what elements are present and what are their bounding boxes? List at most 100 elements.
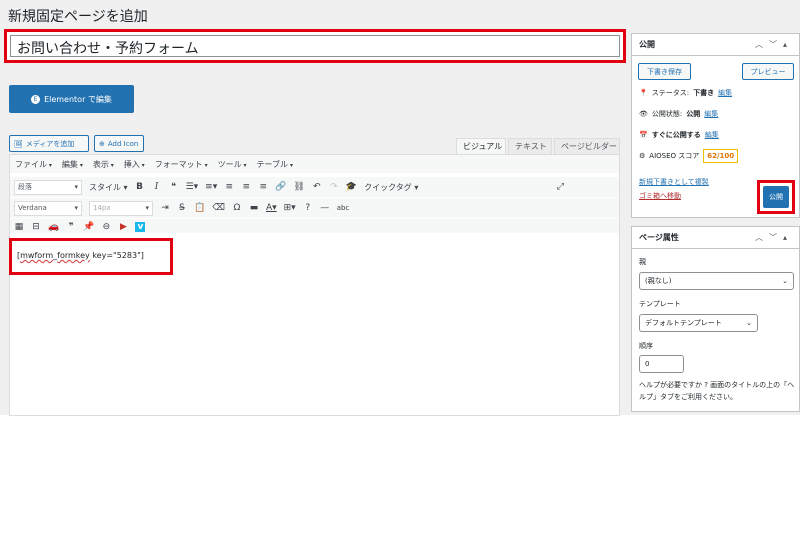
move-to-trash-link[interactable]: ゴミ箱へ移動 [639,191,681,201]
add-media-button[interactable]: 🖼 メディアを追加 [9,135,89,152]
align-center-icon[interactable]: ≡ [241,182,251,192]
blockquote-icon[interactable]: ❝ [169,182,179,192]
post-title-input[interactable]: お問い合わせ・予約フォーム [10,35,620,57]
paste-icon[interactable]: 📋 [194,203,205,213]
no-entry-icon[interactable]: ⊖ [101,222,111,232]
page-break-icon[interactable]: ⊟ [31,222,41,232]
toolbar-row-2: Verdana ▾ 14px ▾ ⇥ S̶ 📋 ⌫ Ω ▬ A▾ ⊞▾ ? — ab… [10,198,619,218]
graduation-cap-icon[interactable]: 🎓 [346,182,357,192]
caret-up-icon[interactable]: ▴ [783,40,793,49]
unlink-icon[interactable]: ⛓ [293,182,304,192]
menu-file[interactable]: ファイル [15,159,52,170]
order-input[interactable]: 0 [639,355,684,373]
table-icon[interactable]: ⊞▾ [284,203,296,213]
status-label: ステータス: [651,89,690,97]
omega-icon[interactable]: Ω [232,203,242,213]
parent-select[interactable]: (親なし) ⌄ [639,272,794,290]
tab-visual[interactable]: ビジュアル [456,138,506,155]
visibility-edit-link[interactable]: 編集 [704,109,718,119]
dash-icon[interactable]: — [320,203,330,213]
quicktag-label: クイックタグ [364,182,412,192]
elementor-edit-button[interactable]: E Elementor で編集 [9,85,134,113]
italic-icon[interactable]: I [152,182,162,192]
tab-text[interactable]: テキスト [508,138,552,155]
shortcode-text: [mwform_formkey key="5283"] [17,251,144,260]
publish-highlight-box: 公開 [757,180,795,214]
publish-box-header: 公開 ︿﹀▴ [632,34,799,56]
numbered-list-icon[interactable]: ≡▾ [205,182,217,192]
page-attributes-header: ページ属性 ︿﹀▴ [632,227,799,249]
template-label: テンプレート [639,300,681,308]
font-size-value: 14px [93,204,111,212]
eraser-icon[interactable]: ⌫ [212,203,225,213]
trash-row: ゴミ箱へ移動 [639,191,681,201]
caret-up-icon[interactable]: ▴ [783,233,793,242]
youtube-icon[interactable]: ▶ [118,222,128,232]
aioseo-row: ⚙ AIOSEO スコア 62/100 [639,149,739,163]
font-family-select[interactable]: Verdana ▾ [14,200,82,216]
elementor-edit-label: Elementor で編集 [44,94,112,104]
parent-select-value: (親なし) [645,277,672,285]
shortcode-tag-part-a: mwform [20,251,54,260]
align-right-icon[interactable]: ≡ [258,182,268,192]
help-icon[interactable]: ? [303,203,313,213]
vimeo-icon[interactable]: v [135,222,146,232]
bullet-list-icon[interactable]: ☰▾ [186,182,199,192]
add-icon-button[interactable]: ⊕ Add Icon [94,135,144,152]
style-menu[interactable]: スタイル ▾ [89,182,128,193]
aioseo-score-badge[interactable]: 62/100 [703,149,739,163]
car-icon[interactable]: 🚗 [48,222,59,232]
visibility-value: 公開 [686,110,701,118]
menu-table[interactable]: テーブル [257,159,293,170]
pin-icon: 📍 [639,89,648,97]
chevron-down-icon[interactable]: ﹀ [769,40,783,49]
page-attributes-title: ページ属性 [639,233,679,242]
quote-icon[interactable]: ❞ [66,222,76,232]
elementor-icon: E [31,94,41,104]
page-title: 新規固定ページを追加 [8,9,148,25]
save-draft-button[interactable]: 下書き保存 [638,63,691,80]
add-icon-label: Add Icon [107,139,139,148]
menu-tools[interactable]: ツール [218,159,247,170]
pin-icon[interactable]: 📌 [83,222,94,232]
indent-icon[interactable]: ⇥ [160,203,170,213]
menu-insert[interactable]: 挿入 [124,159,145,170]
menu-view[interactable]: 表示 [93,159,114,170]
redo-icon[interactable]: ↷ [329,182,339,192]
chevron-up-icon[interactable]: ︿ [755,233,769,242]
menu-edit[interactable]: 編集 [62,159,83,170]
format-select[interactable]: 段落 ▾ [14,179,82,195]
copy-to-draft-link[interactable]: 新規下書きとして複製 [639,177,709,187]
preview-button[interactable]: プレビュー [742,63,794,80]
undo-icon[interactable]: ↶ [312,182,322,192]
chevron-up-icon[interactable]: ︿ [755,40,769,49]
text-color-icon[interactable]: A▾ [266,203,277,213]
align-left-icon[interactable]: ≡ [224,182,234,192]
schedule-edit-link[interactable]: 編集 [705,130,719,140]
quicktag-menu[interactable]: クイックタグ ▾ [364,182,418,193]
font-size-select[interactable]: 14px ▾ [89,200,153,216]
eye-icon: 👁 [639,110,648,118]
abc-icon[interactable]: abc [337,204,350,212]
add-media-label: メディアを追加 [25,139,75,148]
horizontal-line-icon[interactable]: ▬ [249,203,259,213]
aioseo-label: AIOSEO スコア [649,152,700,160]
status-edit-link[interactable]: 編集 [718,88,732,98]
visibility-label: 公開状態: [651,110,683,118]
chevron-down-icon: ⌄ [746,319,752,327]
shortcode-attributes: key="5283"] [89,251,144,260]
link-icon[interactable]: 🔗 [275,182,286,192]
grid-icon[interactable]: ▦ [14,222,24,232]
tab-page-builder[interactable]: ページビルダー [554,138,620,155]
publish-button[interactable]: 公開 [763,186,789,208]
chevron-down-icon[interactable]: ﹀ [769,233,783,242]
template-select[interactable]: デフォルトテンプレート ⌄ [639,314,758,332]
page-attributes-box: ページ属性 ︿﹀▴ 親 (親なし) ⌄ テンプレート デフォルトテンプレート ⌄ 順… [631,226,800,412]
font-family-value: Verdana [18,204,47,212]
menu-format[interactable]: フォーマット [155,159,208,170]
format-select-value: 段落 [18,183,32,191]
media-icon: 🖼 [14,139,23,148]
bold-icon[interactable]: B [135,182,145,192]
fullscreen-icon[interactable]: ⤢ [555,182,565,192]
strikethrough-icon[interactable]: S̶ [177,203,187,213]
